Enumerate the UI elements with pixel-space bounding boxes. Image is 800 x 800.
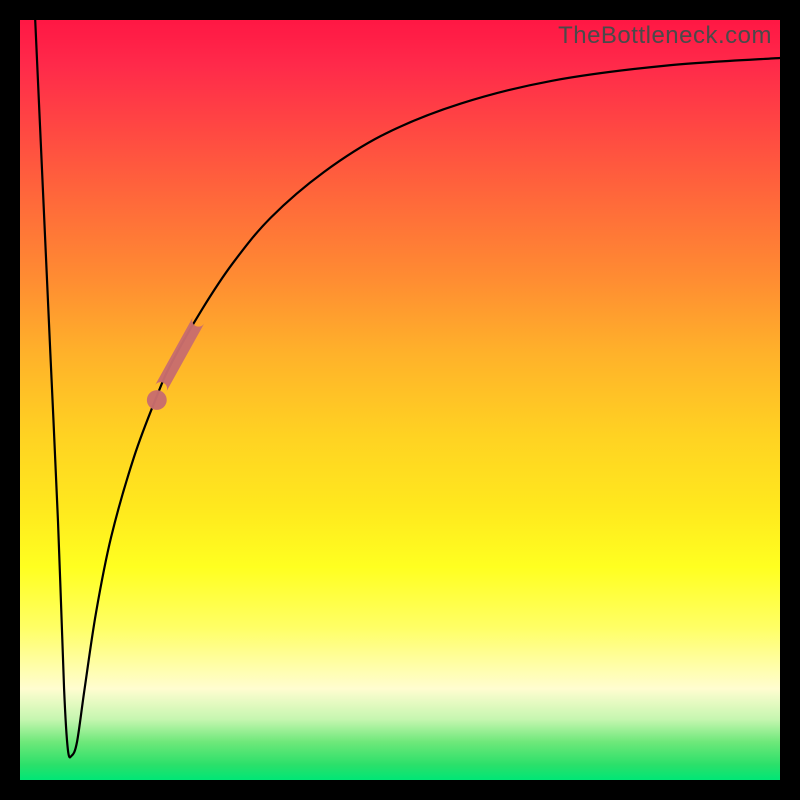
chart-frame: TheBottleneck.com [0,0,800,800]
bottleneck-curve-plot [20,20,780,780]
highlight-capsule [155,317,204,392]
highlight-dot [147,390,167,410]
highlight-region [147,317,204,410]
bottleneck-curve [35,20,780,757]
